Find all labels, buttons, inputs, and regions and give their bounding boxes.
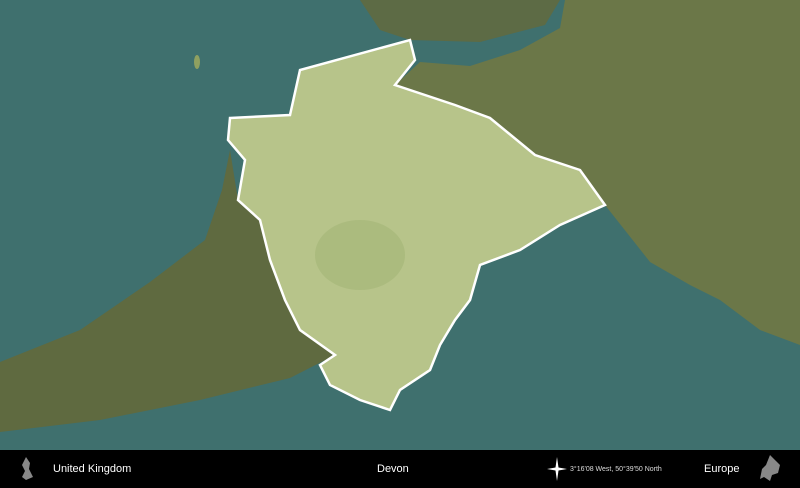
satellite-map[interactable] <box>0 0 800 450</box>
country-label: United Kingdom <box>53 463 132 475</box>
dartmoor <box>315 220 405 290</box>
region-label: Devon <box>377 463 409 475</box>
uk-silhouette-icon <box>22 457 33 480</box>
compass-rose-icon <box>547 457 567 481</box>
europe-silhouette-icon <box>760 455 780 481</box>
lundy-island <box>194 55 200 69</box>
map-view: United Kingdom Devon 3°16'08 West, 50°39… <box>0 0 800 488</box>
coordinates-label: 3°16'08 West, 50°39'50 North <box>570 466 662 473</box>
continent-label: Europe <box>704 463 740 475</box>
info-bar: United Kingdom Devon 3°16'08 West, 50°39… <box>0 450 800 488</box>
